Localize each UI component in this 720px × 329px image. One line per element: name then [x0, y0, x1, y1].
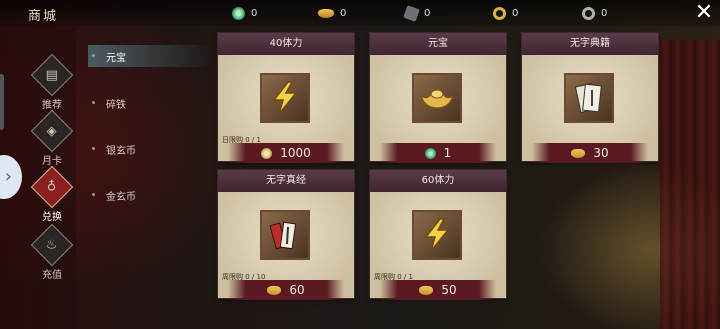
gold-ingot-icon [419, 285, 434, 295]
exchange-icon: ♁ [30, 165, 74, 209]
subnav-scrap-iron[interactable]: 碎铁 [88, 92, 208, 114]
price-value: 60 [289, 283, 305, 297]
card-body: 1 [370, 55, 506, 163]
nav-monthly-card[interactable]: ◈ 月卡 [30, 109, 74, 167]
currency-value: 0 [512, 7, 519, 19]
gold-ingot-icon [571, 148, 586, 158]
card-body: 日限购 0 / 1 1000 [218, 55, 354, 163]
rail-handle [0, 74, 4, 130]
bullet-icon [92, 101, 95, 104]
subnav-label: 碎铁 [106, 100, 126, 111]
jade-icon [424, 147, 436, 159]
price-button[interactable]: 50 [380, 280, 496, 300]
bullet-icon [92, 193, 95, 196]
nav-label: 推荐 [42, 100, 62, 111]
price-value: 30 [593, 146, 609, 160]
nav-exchange[interactable]: ♁ 兑换 [30, 165, 74, 223]
currency-jade: 0 [232, 5, 257, 21]
nav-label: 充值 [42, 270, 62, 281]
currency-value: 0 [424, 7, 431, 19]
currency-value: 0 [601, 7, 608, 19]
currency-value: 0 [340, 7, 347, 19]
card-title: 40体力 [218, 33, 354, 55]
curtain-decoration [660, 40, 720, 329]
recharge-icon: ♨ [30, 223, 74, 267]
price-button[interactable]: 60 [228, 280, 344, 300]
price-button[interactable]: 1 [380, 143, 496, 163]
nav-label: 月卡 [42, 156, 62, 167]
recommend-icon: ▤ [30, 53, 74, 97]
close-button[interactable]: ✕ [694, 2, 714, 24]
subnav-gold-coin[interactable]: 金玄币 [88, 184, 208, 206]
price-button[interactable]: 30 [532, 143, 648, 163]
shop-item-card[interactable]: 元宝 1 [370, 33, 506, 163]
card-title: 60体力 [370, 170, 506, 192]
card-title: 无字典籍 [522, 33, 658, 55]
subnav-silver-coin[interactable]: 银玄币 [88, 138, 208, 160]
card-body: 周限购 0 / 10 60 [218, 192, 354, 300]
jade-icon [232, 6, 245, 20]
card-title: 元宝 [370, 33, 506, 55]
monthly-card-icon: ◈ [30, 109, 74, 153]
gold-coin-icon [493, 6, 506, 20]
currency-gold-coin: 0 [493, 5, 518, 21]
shop-item-card[interactable]: 无字真经 周限购 0 / 10 60 [218, 170, 354, 300]
gold-ingot-icon [267, 285, 282, 295]
top-bar: 商城 0 0 0 0 0 ✕ [0, 0, 720, 26]
page-title: 商城 [28, 9, 59, 24]
shop-item-card[interactable]: 60体力 周限购 0 / 1 50 [370, 170, 506, 300]
subnav-yuanbao[interactable]: 元宝 [88, 45, 208, 67]
price-value: 1000 [280, 146, 311, 160]
gold-ingot-icon [318, 8, 334, 18]
card-title: 无字真经 [218, 170, 354, 192]
nav-recommend[interactable]: ▤ 推荐 [30, 53, 74, 111]
price-button[interactable]: 1000 [228, 143, 344, 163]
price-value: 1 [443, 146, 452, 160]
scroll-icon [260, 210, 310, 260]
bullet-icon [92, 147, 95, 150]
shop-item-card[interactable]: 40体力 日限购 0 / 1 1000 [218, 33, 354, 163]
subnav-label: 银玄币 [106, 146, 136, 157]
sub-nav: 元宝 碎铁 银玄币 金玄币 [88, 26, 208, 329]
iron-icon [403, 4, 420, 22]
lightning-icon [260, 73, 310, 123]
currency-gold-ingot: 0 [318, 5, 346, 21]
currency-value: 0 [251, 7, 258, 19]
subnav-label: 元宝 [106, 53, 126, 64]
bullet-icon [92, 54, 95, 57]
chevron-right-icon: › [4, 166, 12, 187]
nav-recharge[interactable]: ♨ 充值 [30, 223, 74, 281]
subnav-label: 金玄币 [106, 192, 136, 203]
lightning-icon [412, 210, 462, 260]
gold-ingot-icon [412, 73, 462, 123]
shop-item-card[interactable]: 无字典籍 30 [522, 33, 658, 163]
book-icon [564, 73, 614, 123]
silver-coin-icon [582, 6, 595, 20]
currency-iron: 0 [403, 4, 431, 22]
card-body: 30 [522, 55, 658, 163]
currency-silver-coin: 0 [582, 5, 607, 21]
card-body: 周限购 0 / 1 50 [370, 192, 506, 300]
copper-coin-icon [261, 147, 273, 159]
price-value: 50 [441, 283, 457, 297]
nav-label: 兑换 [42, 212, 62, 223]
